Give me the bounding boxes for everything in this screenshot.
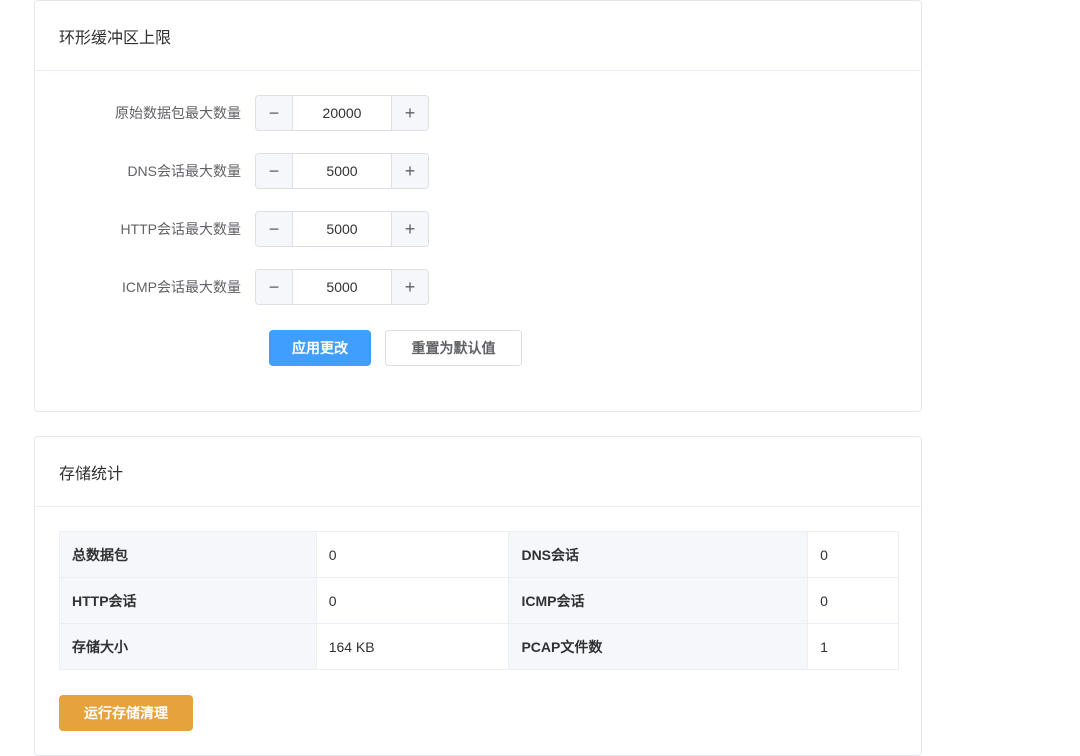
- reset-defaults-button[interactable]: 重置为默认值: [385, 330, 522, 366]
- storage-stats-card: 存储统计 总数据包 0 DNS会话 0 HTTP会话 0 ICMP会话 0 存储…: [34, 436, 922, 756]
- icmp-sessions-stat-label: ICMP会话: [508, 577, 809, 624]
- pcap-file-count-label: PCAP文件数: [508, 623, 809, 670]
- http-sessions-stat-label: HTTP会话: [59, 577, 317, 624]
- total-packets-label: 总数据包: [59, 531, 317, 578]
- storage-size-label: 存储大小: [59, 623, 317, 670]
- form-row-dns-sessions: DNS会话最大数量 − +: [35, 153, 429, 189]
- dns-sessions-label: DNS会话最大数量: [127, 163, 241, 179]
- http-sessions-stepper: − +: [255, 211, 429, 247]
- run-storage-cleanup-button[interactable]: 运行存储清理: [59, 695, 193, 731]
- storage-stats-title: 存储统计: [35, 437, 921, 507]
- total-packets-value: 0: [315, 531, 510, 578]
- icmp-sessions-increment-button[interactable]: +: [391, 270, 428, 304]
- pcap-file-count-value: 1: [807, 623, 899, 670]
- icmp-sessions-label: ICMP会话最大数量: [122, 279, 241, 295]
- dns-sessions-stat-value: 0: [807, 531, 899, 578]
- icmp-sessions-stat-value: 0: [807, 577, 899, 624]
- dns-sessions-stat-label: DNS会话: [508, 531, 809, 578]
- form-row-icmp-sessions: ICMP会话最大数量 − +: [35, 269, 429, 305]
- storage-size-value: 164 KB: [315, 623, 510, 670]
- icmp-sessions-stepper: − +: [255, 269, 429, 305]
- dns-sessions-stepper: − +: [255, 153, 429, 189]
- raw-packets-input[interactable]: [293, 96, 391, 130]
- raw-packets-decrement-button[interactable]: −: [256, 96, 293, 130]
- dns-sessions-input[interactable]: [293, 154, 391, 188]
- form-row-http-sessions: HTTP会话最大数量 − +: [35, 211, 429, 247]
- ring-buffer-card: 环形缓冲区上限 原始数据包最大数量 − + DNS会话最大数量 − + HTTP…: [34, 0, 922, 412]
- icmp-sessions-input[interactable]: [293, 270, 391, 304]
- apply-changes-button[interactable]: 应用更改: [269, 330, 371, 366]
- form-row-raw-packets: 原始数据包最大数量 − +: [35, 95, 429, 131]
- dns-sessions-decrement-button[interactable]: −: [256, 154, 293, 188]
- http-sessions-increment-button[interactable]: +: [391, 212, 428, 246]
- table-row: HTTP会话 0 ICMP会话 0: [59, 577, 899, 624]
- ring-buffer-title: 环形缓冲区上限: [35, 1, 921, 71]
- storage-stats-table: 总数据包 0 DNS会话 0 HTTP会话 0 ICMP会话 0 存储大小 16…: [59, 531, 899, 670]
- dns-sessions-increment-button[interactable]: +: [391, 154, 428, 188]
- http-sessions-stat-value: 0: [315, 577, 510, 624]
- table-row: 总数据包 0 DNS会话 0: [59, 531, 899, 578]
- http-sessions-decrement-button[interactable]: −: [256, 212, 293, 246]
- raw-packets-increment-button[interactable]: +: [391, 96, 428, 130]
- raw-packets-label: 原始数据包最大数量: [115, 105, 241, 121]
- http-sessions-input[interactable]: [293, 212, 391, 246]
- table-row: 存储大小 164 KB PCAP文件数 1: [59, 623, 899, 670]
- icmp-sessions-decrement-button[interactable]: −: [256, 270, 293, 304]
- raw-packets-stepper: − +: [255, 95, 429, 131]
- http-sessions-label: HTTP会话最大数量: [120, 221, 241, 237]
